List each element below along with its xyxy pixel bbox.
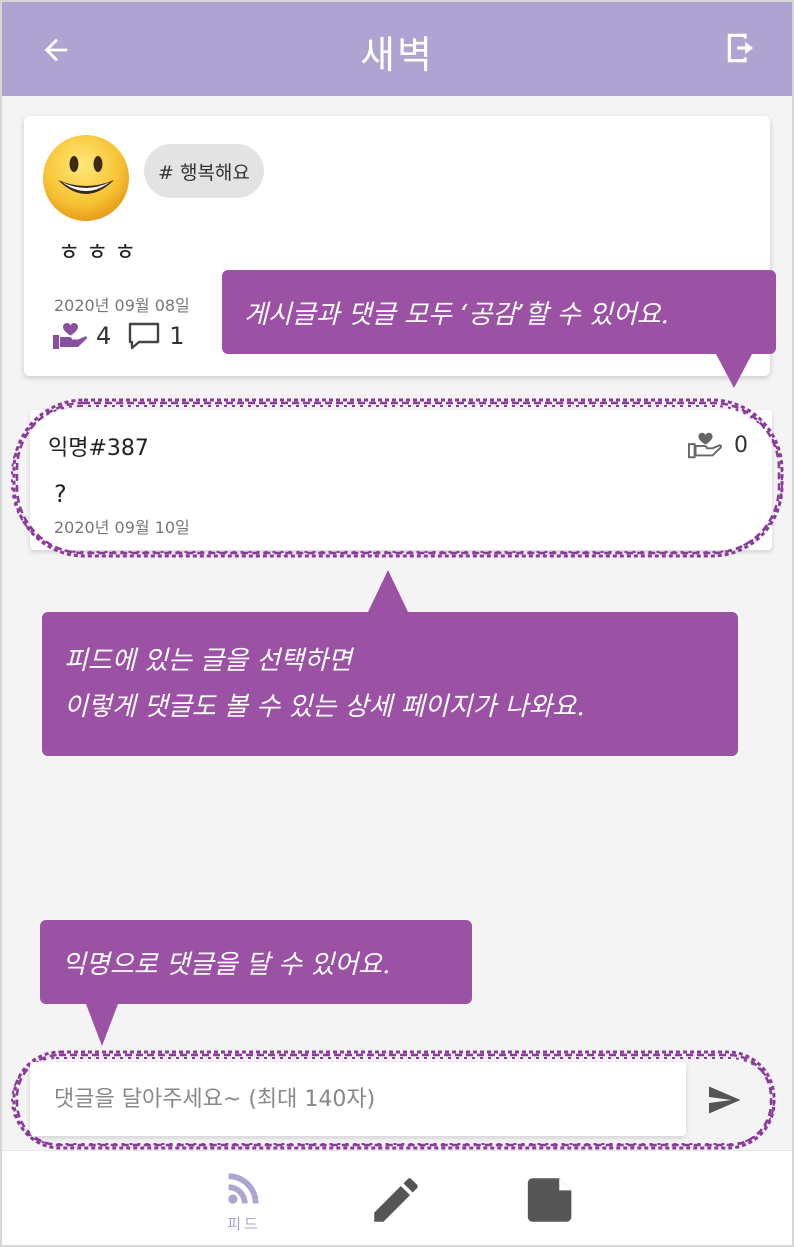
bottom-navigation: 피드 xyxy=(0,1150,794,1247)
note-icon xyxy=(527,1178,572,1222)
send-button[interactable] xyxy=(700,1078,748,1122)
comment-item: 익명#387 0 ? 2020년 09월 10일 xyxy=(30,410,772,550)
comment-bubble-icon xyxy=(129,322,160,350)
post-empathy-count: 4 xyxy=(96,322,112,350)
callout-empathy-pointer xyxy=(716,354,752,388)
post-date: 2020년 09월 08일 xyxy=(54,296,190,315)
empathy-hand-heart-icon xyxy=(53,323,88,349)
callout-detail-line2: 이렇게 댓글도 볼 수 있는 상세 페이지가 나와요. xyxy=(64,692,585,722)
comment-input-box xyxy=(30,1062,686,1136)
post-body: ㅎㅎㅎ xyxy=(58,238,143,266)
callout-empathy: 게시글과 댓글 모두 ‘공감’할 수 있어요. xyxy=(222,270,776,354)
smiling-face-icon xyxy=(43,135,129,221)
comment-date: 2020년 09월 10일 xyxy=(54,518,190,537)
post-empathy-button[interactable]: 4 xyxy=(52,321,111,351)
empathy-hand-heart-icon xyxy=(688,432,722,459)
pencil-icon xyxy=(374,1178,418,1222)
post-comment-count: 1 xyxy=(127,321,185,351)
callout-anonymous: 익명으로 댓글을 달 수 있어요. xyxy=(40,920,472,1004)
nav-write[interactable] xyxy=(364,1171,428,1229)
post-stats: 4 1 xyxy=(52,316,201,356)
logout-button[interactable] xyxy=(722,28,762,68)
comment-empathy-button[interactable]: 0 xyxy=(688,430,748,460)
callout-detail-pointer xyxy=(368,570,408,612)
rss-feed-icon xyxy=(228,1173,259,1204)
nav-notes[interactable] xyxy=(520,1171,584,1229)
page-title: 새벽 xyxy=(360,33,434,77)
send-icon xyxy=(709,1086,741,1114)
comment-count-value: 1 xyxy=(169,322,185,350)
comment-input[interactable] xyxy=(30,1062,686,1136)
callout-detail-line1: 피드에 있는 글을 선택하면 xyxy=(64,646,352,676)
callout-detail: 피드에 있는 글을 선택하면 이렇게 댓글도 볼 수 있는 상세 페이지가 나와… xyxy=(42,612,738,756)
nav-feed[interactable]: 피드 xyxy=(214,1165,274,1234)
comment-empathy-count: 0 xyxy=(734,432,748,458)
nav-feed-label: 피드 xyxy=(227,1215,261,1233)
comment-author: 익명#387 xyxy=(48,436,149,461)
mood-tag[interactable]: # 행복해요 xyxy=(144,144,264,198)
comment-text: ? xyxy=(54,480,67,508)
callout-anonymous-pointer xyxy=(86,1004,118,1046)
app-header: 새벽 xyxy=(0,0,794,96)
logout-icon xyxy=(727,33,754,63)
